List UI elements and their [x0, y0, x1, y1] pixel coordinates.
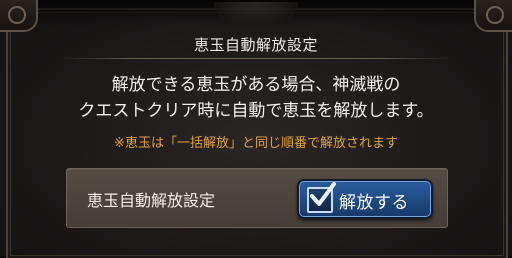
release-toggle-label: 解放する [339, 193, 409, 213]
order-note: ※恵玉は「一括解放」と同じ順番で解放されます [114, 136, 398, 151]
frame-corner-ornament-right [474, 0, 512, 32]
setting-label: 恵玉自動解放設定 [87, 191, 216, 210]
auto-release-setting-row: 恵玉自動解放設定 解放する [66, 168, 448, 228]
frame-top-ornament [214, 2, 298, 24]
checkbox[interactable] [307, 182, 336, 213]
title-divider [60, 58, 452, 59]
auto-release-dialog: 恵玉自動解放設定 解放できる恵玉がある場合、神滅戦の クエストクリア時に自動で恵… [0, 0, 512, 258]
frame-corner-ornament-left [0, 0, 38, 32]
release-toggle-button[interactable]: 解放する [297, 179, 433, 219]
description-line-2: クエストクリア時に自動で恵玉を解放します。 [78, 101, 434, 121]
dialog-title: 恵玉自動解放設定 [193, 36, 318, 54]
checkmark-icon [310, 182, 336, 206]
description-line-1: 解放できる恵玉がある場合、神滅戦の [111, 75, 401, 95]
